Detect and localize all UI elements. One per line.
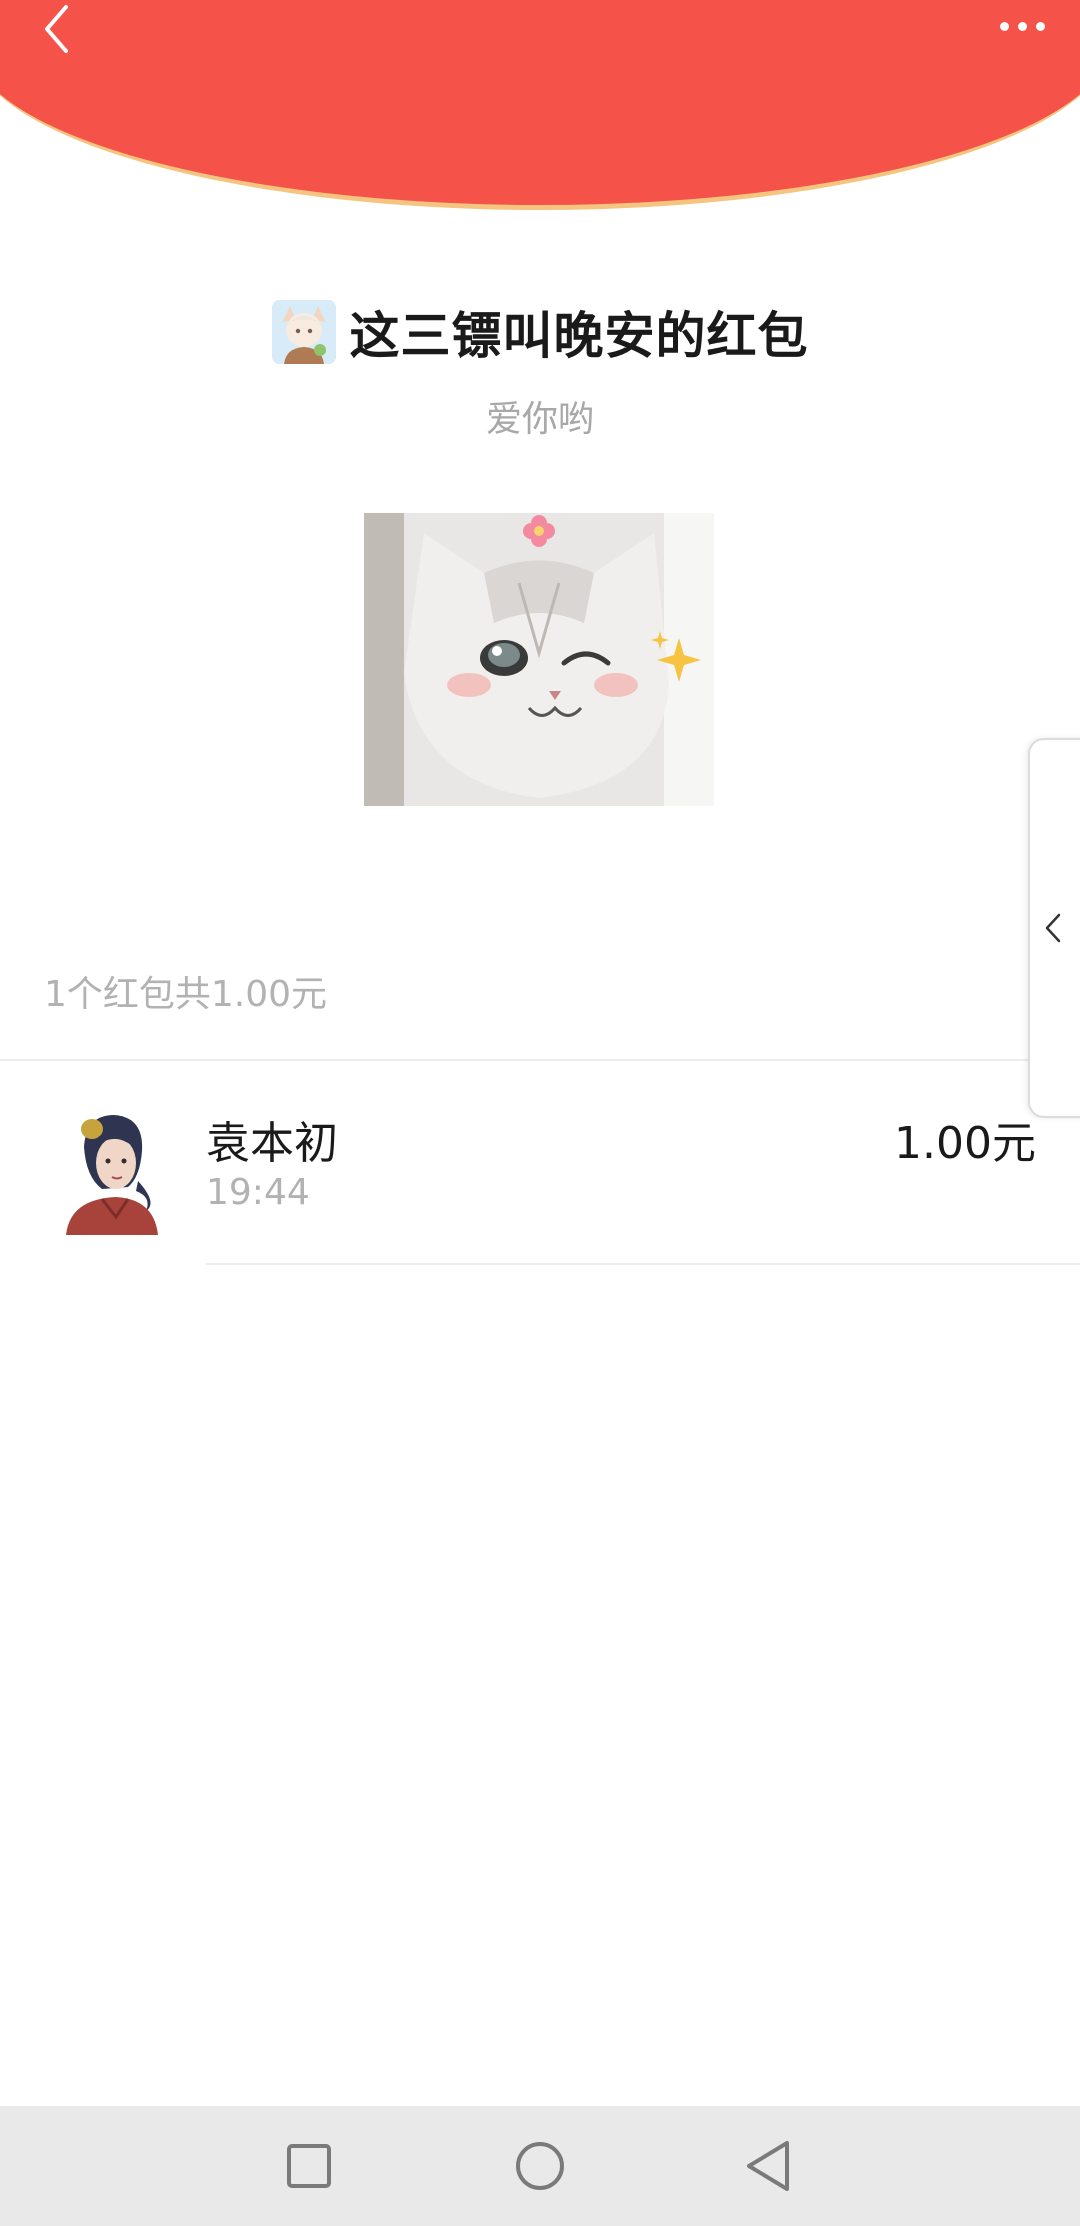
recents-square-icon bbox=[287, 2144, 331, 2188]
cat-sticker-image[interactable] bbox=[364, 513, 714, 806]
sender-title: 这三镖叫晚安的红包 bbox=[349, 307, 809, 365]
back-nav-button[interactable] bbox=[733, 2131, 803, 2201]
home-button[interactable] bbox=[505, 2131, 575, 2201]
record-amount: 1.00元 bbox=[894, 1118, 1036, 1169]
sender-row: 这三镖叫晚安的红包 bbox=[0, 292, 1080, 372]
recents-button[interactable] bbox=[274, 2131, 344, 2201]
list-item[interactable]: 袁本初 19:44 1.00元 bbox=[0, 1061, 1080, 1264]
greeting-text: 爱你哟 bbox=[485, 399, 594, 440]
home-circle-icon bbox=[516, 2142, 564, 2190]
chevron-left-icon bbox=[1045, 913, 1061, 943]
chevron-left-icon bbox=[45, 5, 68, 53]
packet-summary: 1个红包共1.00元 bbox=[44, 974, 328, 1015]
back-triangle-icon bbox=[747, 2141, 789, 2191]
back-button[interactable] bbox=[22, 0, 92, 58]
system-navigation-bar bbox=[0, 2106, 1080, 2226]
divider bbox=[206, 1263, 1080, 1265]
red-packet-header bbox=[0, 0, 1080, 210]
more-button[interactable] bbox=[986, 0, 1058, 52]
more-dots-icon bbox=[999, 21, 1009, 31]
side-panel-tab[interactable] bbox=[1028, 738, 1080, 1118]
record-name: 袁本初 bbox=[206, 1118, 338, 1169]
avatar bbox=[62, 1107, 162, 1235]
sender-avatar-image bbox=[271, 300, 336, 364]
sender-avatar[interactable] bbox=[271, 300, 336, 364]
record-time: 19:44 bbox=[206, 1172, 310, 1213]
